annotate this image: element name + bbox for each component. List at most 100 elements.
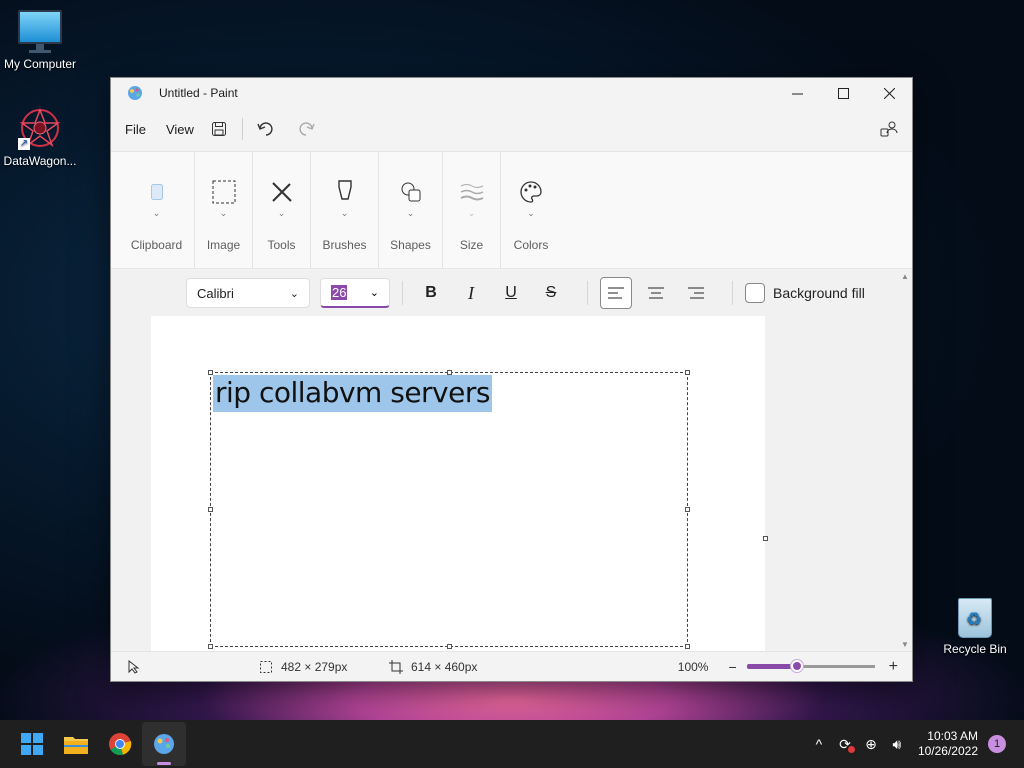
font-family-value: Calibri: [197, 285, 234, 301]
chrome-button[interactable]: [98, 722, 142, 766]
align-left-icon: [608, 287, 624, 299]
font-family-select[interactable]: Calibri ⌄: [186, 278, 310, 308]
text-toolbar: Calibri ⌄ 26 ⌄ B I U S Background fill: [111, 270, 898, 316]
ribbon-group-tools[interactable]: ⌄ Tools: [253, 152, 311, 268]
zoom-slider-fill: [746, 664, 797, 669]
background-fill-checkbox[interactable]: [745, 283, 765, 303]
recycle-bin-icon: ♻: [958, 598, 992, 638]
window-title: Untitled - Paint: [159, 86, 238, 100]
drawing-canvas[interactable]: rip collabvm servers: [151, 316, 768, 651]
canvas-size: 614 × 460px: [411, 659, 478, 674]
zoom-in-button[interactable]: +: [889, 658, 898, 676]
ribbon-group-brushes[interactable]: ⌄ Brushes: [311, 152, 379, 268]
strikethrough-icon: S: [545, 284, 557, 301]
clock[interactable]: 10:03 AM 10/26/2022: [918, 729, 978, 759]
ribbon-group-colors[interactable]: ⌄ Colors: [501, 152, 561, 268]
italic-button[interactable]: I: [455, 277, 487, 309]
zoom-level[interactable]: 100%: [678, 660, 709, 674]
selection-size: 482 × 279px: [281, 659, 348, 674]
canvas-resize-handle[interactable]: [763, 536, 768, 541]
underline-button[interactable]: U: [495, 277, 527, 309]
notification-badge[interactable]: 1: [988, 735, 1006, 753]
desktop-icon-my-computer[interactable]: My Computer: [0, 10, 80, 71]
background-fill-toggle[interactable]: Background fill: [745, 283, 865, 303]
align-left-button[interactable]: [600, 277, 632, 309]
clipboard-icon: [150, 184, 163, 200]
ribbon-label: Size: [459, 238, 484, 252]
title-bar[interactable]: Untitled - Paint: [111, 78, 912, 108]
strikethrough-button[interactable]: S: [535, 277, 567, 309]
minimize-button[interactable]: [774, 78, 820, 108]
desktop-icon-datawagon[interactable]: ↗ DataWagon...: [0, 106, 80, 168]
chevron-down-icon: ⌄: [219, 208, 228, 218]
toolbar-divider: [587, 281, 588, 305]
taskbar: ^ ⟳ ⊕ 🔊︎ 10:03 AM 10/26/2022 1: [0, 720, 1024, 768]
canvas-size-icon: [389, 659, 403, 674]
resize-handle[interactable]: [685, 370, 690, 375]
shortcut-arrow-icon: ↗: [18, 138, 30, 150]
network-icon[interactable]: ⊕: [860, 736, 882, 753]
resize-handle[interactable]: [685, 507, 690, 512]
chevron-up-icon[interactable]: ^: [808, 736, 830, 752]
sync-icon[interactable]: ⟳: [834, 736, 856, 753]
resize-handle[interactable]: [447, 644, 452, 649]
resize-handle[interactable]: [685, 644, 690, 649]
ribbon-group-clipboard[interactable]: ⌄ Clipboard: [119, 152, 195, 268]
redo-button[interactable]: [291, 115, 321, 143]
zoom-slider[interactable]: [746, 660, 875, 672]
status-bar: 482 × 279px 614 × 460px 100% − +: [111, 651, 912, 681]
ribbon-group-shapes[interactable]: ⌄ Shapes: [379, 152, 443, 268]
volume-icon[interactable]: 🔊︎: [886, 736, 908, 753]
align-right-button[interactable]: [680, 277, 712, 309]
start-button[interactable]: [10, 722, 54, 766]
scroll-up-icon[interactable]: ▲: [898, 272, 912, 281]
chevron-down-icon: ⌄: [152, 208, 161, 218]
undo-button[interactable]: [251, 115, 281, 143]
size-icon: [460, 184, 483, 201]
desktop-icon-label: DataWagon...: [3, 154, 77, 168]
text-selection-box[interactable]: rip collabvm servers: [208, 370, 690, 649]
align-center-icon: [648, 287, 664, 299]
resize-handle[interactable]: [208, 370, 213, 375]
ribbon-label: Brushes: [322, 238, 367, 252]
close-button[interactable]: [866, 78, 912, 108]
bold-button[interactable]: B: [415, 277, 447, 309]
desktop-icon-label: Recycle Bin: [943, 642, 1007, 656]
menu-file[interactable]: File: [115, 116, 156, 143]
ribbon-label: Image: [206, 238, 241, 252]
resize-handle[interactable]: [208, 507, 213, 512]
font-size-select[interactable]: 26 ⌄: [320, 278, 390, 308]
italic-icon: I: [468, 282, 474, 303]
align-center-button[interactable]: [640, 277, 672, 309]
vertical-scrollbar[interactable]: ▲ ▼: [898, 270, 912, 651]
save-button[interactable]: [204, 115, 234, 143]
ribbon-label: Tools: [267, 238, 296, 252]
background-fill-label: Background fill: [773, 285, 865, 301]
paint-taskbar-button[interactable]: [142, 722, 186, 766]
maximize-button[interactable]: [820, 78, 866, 108]
zoom-out-button[interactable]: −: [728, 659, 736, 675]
tools-icon: [271, 182, 292, 202]
zoom-slider-thumb[interactable]: [790, 660, 803, 672]
toolbar-divider: [732, 281, 733, 305]
bold-icon: B: [425, 284, 437, 301]
paint-icon: [154, 734, 174, 754]
ribbon-group-size[interactable]: ⌄ Size: [443, 152, 501, 268]
ribbon: ⌄ Clipboard ⌄ Image ⌄ Tools ⌄ Brushes ⌄ …: [111, 151, 912, 269]
account-button[interactable]: [874, 115, 904, 143]
desktop-icon-recycle-bin[interactable]: ♻ Recycle Bin: [935, 598, 1015, 656]
computer-icon: [18, 10, 62, 53]
resize-handle[interactable]: [447, 370, 452, 375]
ribbon-group-image[interactable]: ⌄ Image: [195, 152, 253, 268]
clock-time: 10:03 AM: [927, 729, 978, 743]
chevron-down-icon: ⌄: [277, 208, 286, 218]
scroll-down-icon[interactable]: ▼: [898, 640, 912, 649]
file-explorer-button[interactable]: [54, 722, 98, 766]
menu-view[interactable]: View: [156, 116, 204, 143]
undo-icon: [257, 122, 273, 136]
datawagon-icon: ↗: [18, 106, 62, 150]
canvas-text[interactable]: rip collabvm servers: [213, 375, 492, 412]
chevron-down-icon: ⌄: [340, 208, 349, 218]
resize-handle[interactable]: [208, 644, 213, 649]
canvas-area[interactable]: Calibri ⌄ 26 ⌄ B I U S Background fill r…: [111, 270, 898, 651]
